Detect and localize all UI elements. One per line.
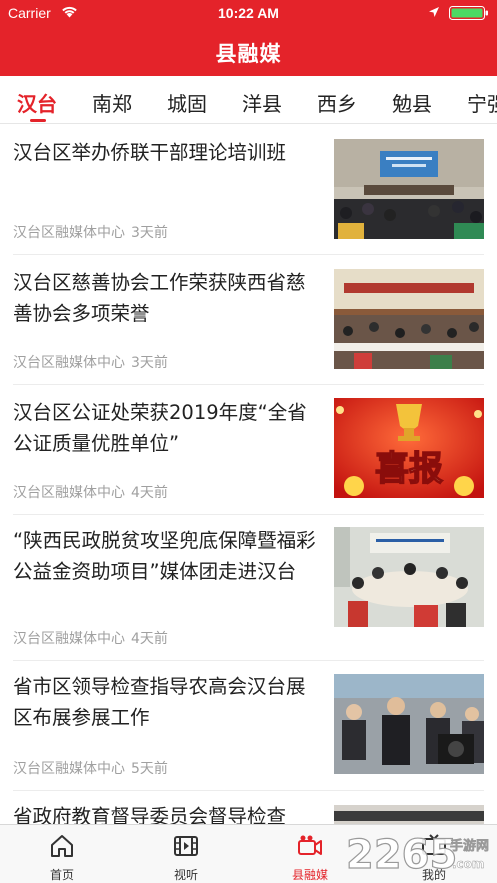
watermark-brand: 手游网 <box>450 838 489 854</box>
app-header: Carrier 10:22 AM 县融媒 <box>0 0 497 76</box>
news-meta: 汉台区融媒体中心 4天前 <box>13 482 168 502</box>
page-title: 县融媒 <box>215 41 282 66</box>
tab-yangxian[interactable]: 洋县 <box>242 88 282 117</box>
tab-county-media-label: 县融媒 <box>291 868 328 882</box>
tab-home-label: 首页 <box>49 868 74 882</box>
list-item[interactable]: 省市区领导检查指导农高会汉台展区布展参展工作 汉台区融媒体中心 5天前 <box>0 661 497 790</box>
news-title: “陕西民政脱贫攻坚兜底保障暨福彩公益金资助项目”媒体团走进汉台 <box>13 529 316 583</box>
home-icon <box>51 835 73 857</box>
news-title: 省市区领导检查指导农高会汉台展区布展参展工作 <box>13 675 306 729</box>
news-thumbnail: 喜报 <box>334 398 484 498</box>
status-time: 10:22 AM <box>218 5 279 21</box>
news-time: 3天前 <box>131 355 168 371</box>
tab-home[interactable]: 首页 <box>22 825 102 883</box>
news-time: 3天前 <box>131 225 168 241</box>
watermark-logo: 2265 手游网 .com <box>346 831 489 878</box>
news-title: 汉台区举办侨联干部理论培训班 <box>13 141 287 164</box>
tab-county-media[interactable]: 县融媒 <box>270 825 350 883</box>
news-thumbnail <box>334 674 484 774</box>
camera-icon <box>298 835 322 855</box>
news-time: 4天前 <box>131 631 168 647</box>
tab-mianxian[interactable]: 勉县 <box>392 88 432 117</box>
news-title: 汉台区慈善协会工作荣获陕西省慈善协会多项荣誉 <box>13 271 306 325</box>
news-thumbnail <box>334 527 484 627</box>
news-thumbnail <box>334 139 484 239</box>
news-time: 4天前 <box>131 485 168 501</box>
news-source: 汉台区融媒体中心 <box>13 761 125 777</box>
news-meta: 汉台区融媒体中心 3天前 <box>13 352 168 372</box>
news-list: 汉台区举办侨联干部理论培训班 汉台区融媒体中心 3天前 汉台区慈善协会工作荣获陕西… <box>0 124 497 824</box>
list-item[interactable]: “陕西民政脱贫攻坚兜底保障暨福彩公益金资助项目”媒体团走进汉台 汉台区融媒体中心… <box>0 515 497 660</box>
news-meta: 汉台区融媒体中心 4天前 <box>13 628 168 648</box>
news-thumbnail <box>334 805 484 824</box>
category-tabs: 汉台 南郑 城固 洋县 西乡 勉县 宁强 <box>0 76 497 124</box>
tab-chenggu[interactable]: 城固 <box>167 88 207 117</box>
status-bar: Carrier 10:22 AM <box>0 0 497 26</box>
tab-media[interactable]: 视听 <box>146 825 226 883</box>
watermark-domain: .com <box>452 857 484 871</box>
film-icon <box>174 836 198 856</box>
news-meta: 汉台区融媒体中心 5天前 <box>13 758 168 778</box>
news-title: 汉台区公证处荣获2019年度“全省公证质量优胜单位” <box>13 401 307 455</box>
news-title: 省政府教育督导委员会督导检查 <box>13 805 287 824</box>
list-item[interactable]: 汉台区举办侨联干部理论培训班 汉台区融媒体中心 3天前 <box>0 124 497 254</box>
news-source: 汉台区融媒体中心 <box>13 485 125 501</box>
news-thumbnail <box>334 269 484 369</box>
tab-ningqiang[interactable]: 宁强 <box>467 88 497 117</box>
battery-icon <box>449 6 488 20</box>
news-source: 汉台区融媒体中心 <box>13 631 125 647</box>
tab-nanzheng[interactable]: 南郑 <box>92 88 132 117</box>
xibao-text: 喜报 <box>375 449 443 489</box>
news-source: 汉台区融媒体中心 <box>13 355 125 371</box>
list-item[interactable]: 汉台区慈善协会工作荣获陕西省慈善协会多项荣誉 汉台区融媒体中心 3天前 <box>0 255 497 384</box>
list-item[interactable]: 省政府教育督导委员会督导检查 <box>0 791 497 824</box>
tab-hantai[interactable]: 汉台 <box>17 88 57 117</box>
location-arrow-icon <box>429 7 439 17</box>
news-time: 5天前 <box>131 761 168 777</box>
list-item[interactable]: 汉台区公证处荣获2019年度“全省公证质量优胜单位” 汉台区融媒体中心 4天前 喜… <box>0 385 497 514</box>
watermark-number: 2265 <box>346 832 457 878</box>
tab-media-label: 视听 <box>173 868 198 882</box>
news-source: 汉台区融媒体中心 <box>13 225 125 241</box>
news-meta: 汉台区融媒体中心 3天前 <box>13 222 168 242</box>
active-tab-indicator <box>30 119 46 122</box>
tab-xixiang[interactable]: 西乡 <box>317 88 357 117</box>
